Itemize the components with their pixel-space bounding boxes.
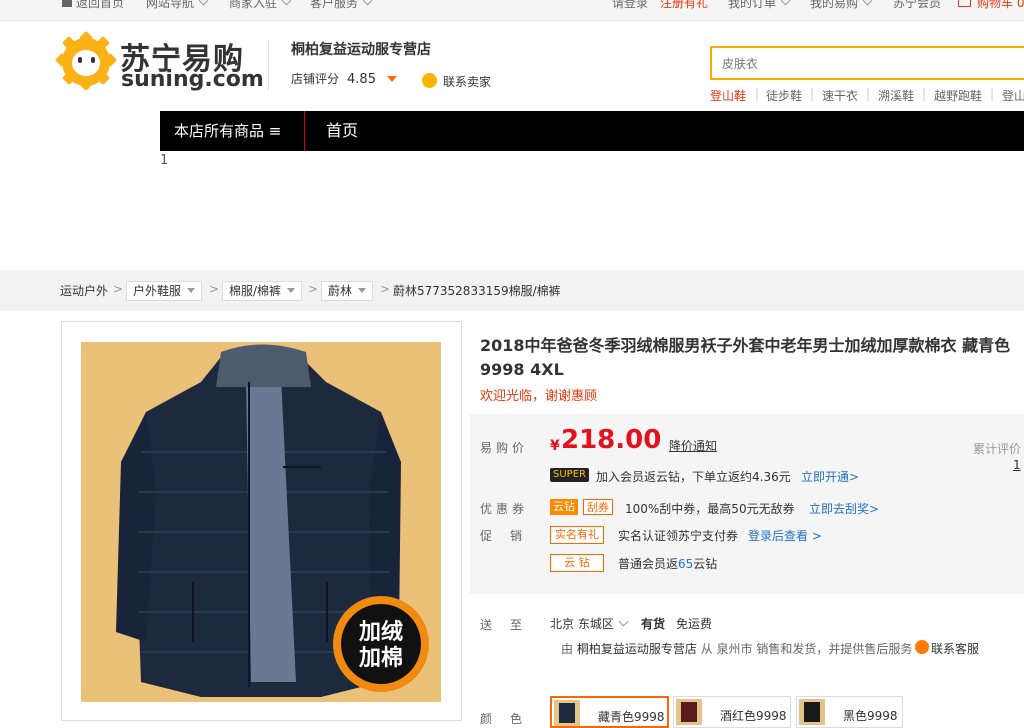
- ship-location-select[interactable]: 北京 东城区: [550, 615, 629, 632]
- chat-icon: [915, 640, 929, 654]
- promo-tag-realname: 实名有礼: [550, 526, 604, 544]
- chevron-down-icon: [287, 288, 296, 293]
- chat-icon: [422, 73, 437, 88]
- color-thumbnail: [676, 699, 702, 725]
- login-view-link[interactable]: 登录后查看 >: [748, 527, 822, 544]
- store-nav: 本店所有商品 ≡ 首页: [160, 111, 1024, 151]
- cumulative-count[interactable]: 1: [1013, 458, 1021, 472]
- logo-text-en: suning.com: [121, 67, 264, 92]
- contact-seller-link[interactable]: 联系卖家: [443, 73, 491, 90]
- cumulative-label: 累计评价: [973, 442, 1022, 456]
- top-bar: 返回首页 网站导航 商家入驻 客户服务 请登录 注册有礼 我的订单 我的易购 苏…: [0, 0, 1024, 21]
- coupon-scratch-link[interactable]: 立即去刮奖>: [809, 500, 879, 517]
- coupon-tag-yunzuan: 云钻: [550, 499, 578, 515]
- breadcrumb-root[interactable]: 运动户外: [60, 282, 108, 299]
- price-value: 218.00: [561, 425, 662, 455]
- color-thumbnail: [554, 700, 580, 726]
- currency-symbol: ¥: [550, 438, 560, 454]
- price-notify-link[interactable]: 降价通知: [669, 437, 717, 454]
- my-orders-menu[interactable]: 我的订单: [728, 0, 791, 11]
- breadcrumb-current: 蔚林577352833159棉服/棉裤: [393, 284, 561, 298]
- chevron-down-icon: [358, 288, 367, 293]
- site-nav-menu[interactable]: 网站导航: [146, 0, 209, 11]
- breadcrumb-level3[interactable]: 蔚林: [321, 281, 374, 301]
- shipping-fee: 免运费: [676, 617, 713, 631]
- hot-search-item[interactable]: 速干衣: [822, 87, 858, 104]
- chevron-down-icon: [198, 0, 209, 6]
- customer-service-menu[interactable]: 客户服务: [310, 0, 373, 11]
- search-box: [710, 46, 1024, 80]
- page-number: 1: [160, 153, 169, 168]
- breadcrumb-level1[interactable]: 户外鞋服: [126, 281, 203, 301]
- search-input[interactable]: [712, 48, 1014, 80]
- coupon-label: 优惠券: [480, 502, 529, 516]
- member-link[interactable]: 苏宁会员: [893, 0, 941, 11]
- login-link[interactable]: 请登录: [612, 0, 648, 11]
- color-option-wine[interactable]: 酒红色9998: [673, 696, 791, 728]
- store-name[interactable]: 桐柏复益运动服专营店: [291, 39, 431, 59]
- hot-search-item[interactable]: 徒步鞋: [766, 87, 802, 104]
- chevron-down-icon: [780, 0, 791, 6]
- promotion-label: 促销: [480, 529, 541, 543]
- hot-search-item[interactable]: 登山: [1002, 87, 1024, 104]
- color-option-black[interactable]: 黑色9998: [796, 696, 903, 728]
- chevron-down-icon: [281, 0, 292, 6]
- stock-status: 有货: [641, 617, 666, 631]
- promo-text-realname: 实名认证领苏宁支付券: [618, 529, 739, 543]
- header-divider: [268, 40, 269, 90]
- coupon-tag-scratch: 刮券: [583, 499, 613, 515]
- store-score-value: 4.85: [347, 72, 376, 87]
- chevron-down-icon: [862, 0, 873, 6]
- color-label: 颜色: [480, 712, 541, 726]
- promo-tag-yunzuan: 云 钻: [550, 554, 604, 572]
- customer-service-link[interactable]: 联系客服: [931, 640, 979, 657]
- home-icon: [62, 0, 72, 7]
- coupon-text: 100%刮中券，最高50元无敌券: [625, 502, 795, 516]
- chevron-down-icon: [187, 288, 196, 293]
- back-home-link[interactable]: 返回首页: [62, 0, 124, 11]
- color-thumbnail: [799, 699, 825, 725]
- cart-link[interactable]: 购物车 0: [958, 0, 1024, 11]
- ship-label: 送至: [480, 618, 541, 632]
- super-open-link[interactable]: 立即开通>: [801, 468, 859, 485]
- store-score: 店铺评分 4.85: [291, 72, 376, 87]
- hot-search-item[interactable]: 溯溪鞋: [878, 87, 914, 104]
- product-image[interactable]: 加绒 加棉: [81, 342, 441, 702]
- price-label: 易购价: [480, 441, 529, 455]
- merchant-menu[interactable]: 商家入驻: [229, 0, 292, 11]
- register-link[interactable]: 注册有礼: [660, 0, 708, 11]
- hot-search-item[interactable]: 登山鞋: [710, 87, 746, 104]
- chevron-down-icon: [362, 0, 373, 6]
- super-badge: SUPER: [550, 468, 589, 482]
- chevron-down-icon: [618, 616, 629, 627]
- promo-text-yunzuan: 普通会员返65云钻: [618, 557, 718, 571]
- my-suning-menu[interactable]: 我的易购: [810, 0, 873, 11]
- image-badge: 加绒 加棉: [358, 620, 403, 671]
- hot-search-item[interactable]: 越野跑鞋: [934, 87, 982, 104]
- product-title: 2018中年爸爸冬季羽绒棉服男袄子外套中老年男士加绒加厚款棉衣 藏青色9998 …: [480, 336, 1011, 379]
- cart-icon: [958, 0, 971, 7]
- store-home-link[interactable]: 首页: [326, 111, 358, 151]
- breadcrumb-level2[interactable]: 棉服/棉裤: [222, 281, 303, 301]
- super-text: 加入会员返云钻，下单立返约4.36元: [596, 470, 791, 484]
- fulfillment-info: 由 桐柏复益运动服专营店 从 泉州市 销售和发货，并提供售后服务: [561, 642, 913, 656]
- triangle-down-icon[interactable]: [387, 76, 397, 82]
- all-products-menu[interactable]: 本店所有商品 ≡: [160, 111, 305, 151]
- color-option-navy[interactable]: 藏青色9998: [550, 696, 669, 728]
- promo-text: 欢迎光临，谢谢惠顾: [480, 389, 598, 404]
